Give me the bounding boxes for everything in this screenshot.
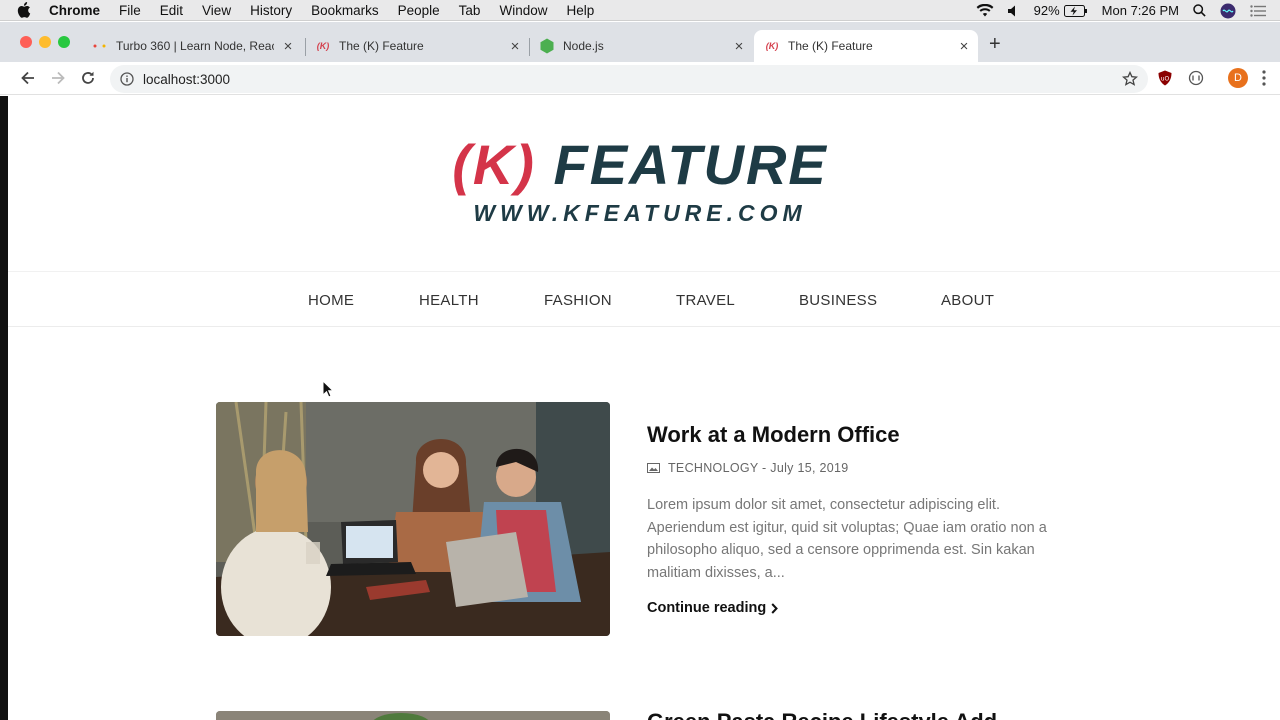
menu-tab[interactable]: Tab (459, 3, 481, 18)
nav-travel[interactable]: TRAVEL (676, 292, 735, 309)
image-icon (647, 463, 660, 473)
nodejs-icon (539, 38, 555, 54)
menu-window[interactable]: Window (499, 3, 547, 18)
browser-toolbar: localhost:3000 uO D (0, 62, 1280, 95)
profile-avatar[interactable]: D (1228, 68, 1248, 88)
window-zoom-button[interactable] (58, 36, 70, 48)
nav-about[interactable]: ABOUT (941, 292, 994, 309)
volume-icon[interactable] (1007, 5, 1020, 17)
notification-center-icon[interactable] (1250, 4, 1266, 17)
tab-nodejs[interactable]: Node.js × (531, 30, 753, 62)
logo-k: (K) (452, 133, 536, 196)
page-viewport: (K) FEATURE WWW.KFEATURE.COM HOME HEALTH… (8, 96, 1280, 720)
tab-close-icon[interactable]: × (956, 38, 972, 55)
extension-icon[interactable] (1186, 68, 1206, 88)
continue-reading-link[interactable]: Continue reading (647, 600, 779, 616)
post-thumbnail-2[interactable] (216, 711, 610, 720)
tab-k-feature[interactable]: (K) The (K) Feature × (307, 30, 529, 62)
menu-help[interactable]: Help (566, 3, 594, 18)
post-meta: TECHNOLOGY - July 15, 2019 (647, 461, 849, 475)
tab-title: The (K) Feature (339, 39, 424, 53)
continue-reading-label: Continue reading (647, 600, 767, 616)
nav-business[interactable]: BUSINESS (799, 292, 877, 309)
window-minimize-button[interactable] (39, 36, 51, 48)
back-arrow-icon[interactable] (18, 68, 38, 88)
menu-file[interactable]: File (119, 3, 141, 18)
post-excerpt: Lorem ipsum dolor sit amet, consectetur … (647, 497, 1047, 582)
siri-icon[interactable] (1220, 3, 1236, 19)
chevron-right-icon (771, 602, 779, 614)
turbo-360-icon (92, 38, 108, 54)
tab-close-icon[interactable]: × (507, 38, 523, 55)
bookmark-star-icon[interactable] (1121, 70, 1139, 92)
post-title-2[interactable]: Green Pasta Recipe Lifestyle Add (647, 710, 997, 720)
battery-status[interactable]: 92% (1034, 3, 1088, 18)
new-tab-plus-icon[interactable]: + (989, 34, 1001, 54)
menu-people[interactable]: People (398, 3, 440, 18)
menubar-status-area: 92% Mon 7:26 PM (976, 0, 1280, 21)
ublock-extension-icon[interactable]: uO (1155, 68, 1175, 88)
site-info-icon[interactable] (120, 72, 134, 86)
post-card: Work at a Modern Office TECHNOLOGY - Jul… (216, 402, 1047, 636)
office-photo (216, 402, 610, 636)
address-url[interactable]: localhost:3000 (143, 72, 230, 87)
spotlight-search-icon[interactable] (1193, 4, 1206, 17)
tab-separator (305, 38, 306, 56)
site-logo[interactable]: (K) FEATURE WWW.KFEATURE.COM (8, 134, 1272, 227)
k-feature-favicon: (K) (316, 41, 330, 51)
tab-title: Node.js (563, 39, 604, 53)
battery-charging-icon (1063, 4, 1087, 17)
menu-bookmarks[interactable]: Bookmarks (311, 3, 379, 18)
menu-edit[interactable]: Edit (160, 3, 183, 18)
logo-wordmark: (K) FEATURE (8, 134, 1272, 196)
battery-percent: 92% (1033, 3, 1060, 18)
more-menu-icon[interactable] (1262, 70, 1266, 91)
reload-icon[interactable] (78, 68, 98, 88)
menubar-clock[interactable]: Mon 7:26 PM (1102, 3, 1179, 18)
mouse-cursor-icon (322, 380, 334, 398)
tab-title: Turbo 360 | Learn Node, React (116, 39, 274, 53)
screen: Chrome File Edit View History Bookmarks … (0, 0, 1280, 720)
main-navigation: HOME HEALTH FASHION TRAVEL BUSINESS ABOU… (8, 271, 1280, 327)
forward-arrow-icon[interactable] (48, 68, 68, 88)
tab-turbo-360[interactable]: Turbo 360 | Learn Node, React × (84, 30, 302, 62)
menu-history[interactable]: History (250, 3, 292, 18)
nav-health[interactable]: HEALTH (419, 292, 479, 309)
window-edge (0, 96, 8, 720)
post-title[interactable]: Work at a Modern Office (647, 422, 900, 448)
macos-menu-bar: Chrome File Edit View History Bookmarks … (0, 0, 1280, 21)
logo-feature: FEATURE (553, 133, 828, 196)
logo-domain: WWW.KFEATURE.COM (473, 200, 807, 226)
tab-separator (529, 38, 530, 56)
menu-view[interactable]: View (202, 3, 231, 18)
nav-fashion[interactable]: FASHION (544, 292, 612, 309)
tab-close-icon[interactable]: × (731, 38, 747, 55)
menu-app-name[interactable]: Chrome (49, 3, 100, 18)
browser-tab-strip: Turbo 360 | Learn Node, React × (K) The … (0, 22, 1280, 62)
window-close-button[interactable] (20, 36, 32, 48)
post-thumbnail[interactable] (216, 402, 610, 636)
tab-close-icon[interactable]: × (280, 38, 296, 55)
svg-text:uO: uO (1161, 76, 1170, 83)
post-category-date: TECHNOLOGY - July 15, 2019 (668, 461, 849, 475)
apple-icon[interactable] (17, 2, 35, 18)
wifi-icon[interactable] (976, 4, 994, 17)
address-bar[interactable]: localhost:3000 (110, 65, 1148, 93)
tab-title: The (K) Feature (788, 39, 873, 53)
nav-home[interactable]: HOME (308, 292, 354, 309)
tab-k-feature-active[interactable]: (K) The (K) Feature × (754, 30, 978, 62)
k-feature-favicon: (K) (765, 41, 779, 51)
